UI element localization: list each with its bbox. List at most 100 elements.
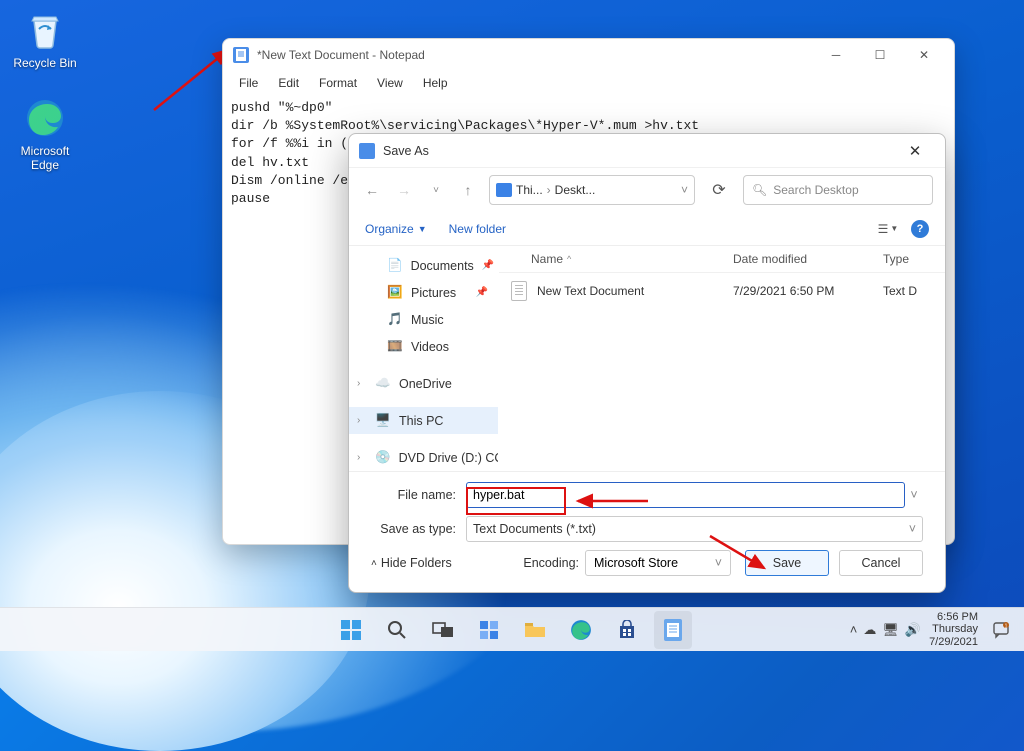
menu-file[interactable]: File: [231, 74, 266, 92]
display-tray-icon[interactable]: 🖥: [882, 622, 899, 638]
hide-folders-button[interactable]: ˄Hide Folders: [371, 556, 452, 570]
chevron-right-icon[interactable]: ›: [357, 378, 360, 389]
recycle-bin-icon: [23, 8, 67, 52]
savetype-label: Save as type:: [371, 522, 466, 536]
close-button[interactable]: ✕: [895, 137, 935, 165]
file-type: Text D: [883, 284, 933, 298]
menu-format[interactable]: Format: [311, 74, 365, 92]
notepad-menubar: File Edit Format View Help: [223, 71, 954, 95]
notepad-titlebar[interactable]: *New Text Document - Notepad ─ ☐ ✕: [223, 39, 954, 71]
saveas-navbar: ← → ˅ ↑ Thi... › Deskt... ˅ ⟳ 🔍︎ Search …: [349, 168, 945, 212]
menu-view[interactable]: View: [369, 74, 411, 92]
search-button[interactable]: [378, 611, 416, 649]
file-row[interactable]: New Text Document 7/29/2021 6:50 PM Text…: [499, 273, 945, 309]
maximize-button[interactable]: ☐: [860, 41, 900, 69]
taskbar-clock[interactable]: 6:56 PM Thursday 7/29/2021: [929, 611, 978, 647]
nav-up-button[interactable]: ↑: [457, 182, 479, 198]
dvd-icon: 💿: [375, 450, 391, 466]
column-name[interactable]: Name: [531, 252, 563, 266]
refresh-button[interactable]: ⟳: [705, 180, 733, 200]
encoding-label: Encoding:: [523, 556, 579, 570]
cancel-button[interactable]: Cancel: [839, 550, 923, 576]
save-button[interactable]: Save: [745, 550, 829, 576]
search-input[interactable]: 🔍︎ Search Desktop: [743, 175, 933, 205]
sidebar-item-pictures[interactable]: 🖼️ Pictures 📌: [349, 279, 498, 306]
text-file-icon: [511, 281, 527, 301]
chevron-up-icon[interactable]: ˄: [850, 622, 858, 637]
clock-day: Thursday: [929, 623, 978, 635]
breadcrumb[interactable]: Thi... › Deskt... ˅: [489, 175, 695, 205]
notification-button[interactable]: 1: [986, 611, 1016, 649]
documents-icon: 📄: [387, 258, 403, 274]
nav-back-button[interactable]: ←: [361, 182, 383, 198]
save-as-dialog: Save As ✕ ← → ˅ ↑ Thi... › Deskt... ˅ ⟳ …: [348, 133, 946, 593]
saveas-title: Save As: [383, 144, 895, 158]
desktop-icon-recycle-bin[interactable]: Recycle Bin: [8, 8, 82, 70]
menu-edit[interactable]: Edit: [270, 74, 307, 92]
system-tray[interactable]: ˄ ☁ 🖥 🔊: [850, 622, 921, 638]
encoding-combo[interactable]: Microsoft Store ˅: [585, 550, 731, 576]
filename-label: File name:: [371, 488, 466, 502]
store-button[interactable]: [608, 611, 646, 649]
edge-button[interactable]: [562, 611, 600, 649]
start-button[interactable]: [332, 611, 370, 649]
thispc-icon: 🖥️: [375, 413, 391, 429]
chevron-down-icon: ˅: [715, 556, 722, 570]
saveas-toolbar: Organize▼ New folder ☰ ▼ ?: [349, 212, 945, 246]
chevron-right-icon[interactable]: ›: [357, 452, 360, 463]
minimize-button[interactable]: ─: [816, 41, 856, 69]
thispc-icon: [496, 183, 512, 197]
chevron-up-icon: ˄: [371, 558, 377, 569]
savetype-combo[interactable]: Text Documents (*.txt) ˅: [466, 516, 923, 542]
chevron-down-icon: ▼: [418, 224, 427, 234]
search-placeholder: Search Desktop: [773, 183, 858, 197]
menu-help[interactable]: Help: [415, 74, 456, 92]
sidebar-item-onedrive[interactable]: › ☁️ OneDrive: [349, 370, 498, 397]
widgets-button[interactable]: [470, 611, 508, 649]
desktop-icon-label: Recycle Bin: [8, 56, 82, 70]
view-mode-button[interactable]: ☰ ▼: [873, 218, 903, 240]
svg-text:1: 1: [1005, 623, 1008, 629]
onedrive-icon: ☁️: [375, 376, 391, 392]
chevron-down-icon: ˅: [909, 522, 916, 536]
edge-icon: [23, 96, 67, 140]
filename-input[interactable]: [466, 482, 905, 508]
sidebar-item-documents[interactable]: 📄 Documents 📌: [349, 252, 498, 279]
chevron-right-icon[interactable]: ›: [357, 415, 360, 426]
breadcrumb-seg[interactable]: Deskt...: [555, 183, 596, 197]
notepad-app-icon: [233, 47, 249, 63]
music-icon: 🎵: [387, 312, 403, 328]
close-button[interactable]: ✕: [904, 41, 944, 69]
notepad-taskbar-button[interactable]: [654, 611, 692, 649]
new-folder-button[interactable]: New folder: [449, 222, 506, 236]
volume-tray-icon[interactable]: 🔊: [905, 622, 921, 638]
help-button[interactable]: ?: [911, 220, 929, 238]
column-type[interactable]: Type: [883, 252, 933, 266]
search-icon: 🔍︎: [752, 183, 767, 197]
clock-time: 6:56 PM: [929, 611, 978, 623]
organize-button[interactable]: Organize▼: [365, 222, 427, 236]
pictures-icon: 🖼️: [387, 285, 403, 301]
sidebar-item-music[interactable]: 🎵 Music: [349, 306, 498, 333]
videos-icon: 🎞️: [387, 339, 403, 355]
nav-forward-button[interactable]: →: [393, 182, 415, 198]
nav-recent-button[interactable]: ˅: [425, 185, 447, 196]
sidebar-item-thispc[interactable]: › 🖥️ This PC: [349, 407, 498, 434]
breadcrumb-seg[interactable]: Thi...: [516, 183, 543, 197]
taskview-button[interactable]: [424, 611, 462, 649]
desktop-icon-label: Microsoft Edge: [8, 144, 82, 172]
sidebar-item-dvd[interactable]: › 💿 DVD Drive (D:) CC: [349, 444, 498, 471]
sidebar-item-videos[interactable]: 🎞️ Videos: [349, 333, 498, 360]
clock-date: 7/29/2021: [929, 636, 978, 648]
column-date[interactable]: Date modified: [733, 252, 883, 266]
chevron-down-icon[interactable]: ˅: [905, 488, 923, 502]
explorer-button[interactable]: [516, 611, 554, 649]
pin-icon: 📌: [482, 260, 494, 271]
pin-icon: 📌: [476, 287, 488, 298]
desktop-icon-edge[interactable]: Microsoft Edge: [8, 96, 82, 172]
saveas-titlebar[interactable]: Save As ✕: [349, 134, 945, 168]
file-name: New Text Document: [537, 284, 733, 298]
notepad-title: *New Text Document - Notepad: [257, 48, 816, 62]
onedrive-tray-icon[interactable]: ☁: [863, 622, 876, 638]
chevron-down-icon[interactable]: ˅: [681, 183, 688, 197]
